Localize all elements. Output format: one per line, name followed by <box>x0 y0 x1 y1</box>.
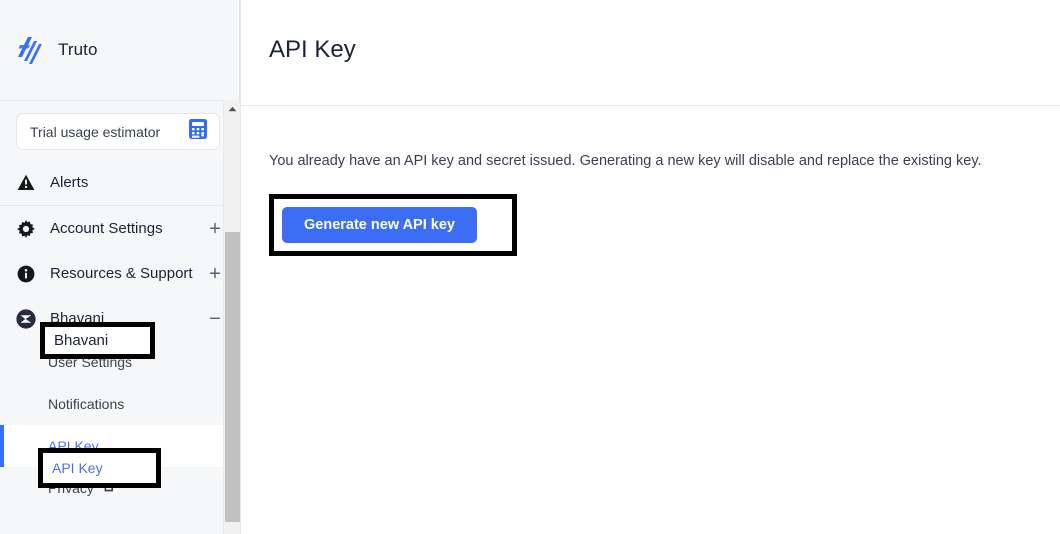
sidebar-item-resources-support[interactable]: Resources & Support + <box>0 251 240 296</box>
page-title: API Key <box>269 36 356 63</box>
gear-icon <box>16 219 36 238</box>
api-key-description: You already have an API key and secret i… <box>269 153 982 169</box>
sidebar-subitem-label: Notifications <box>48 396 125 412</box>
sidebar-item-account-settings[interactable]: Account Settings + <box>0 206 240 251</box>
trial-usage-estimator-card[interactable]: Trial usage estimator <box>16 113 220 150</box>
sidebar-subitem-label: User Settings <box>48 354 133 370</box>
sidebar-item-notifications[interactable]: Notifications <box>0 383 240 425</box>
truto-logo-icon <box>16 35 44 65</box>
external-link-icon <box>103 479 117 498</box>
sidebar-item-api-key[interactable]: API Key <box>0 425 240 467</box>
sidebar-item-label: Resources & Support <box>50 265 193 282</box>
sidebar-item-expander[interactable]: + <box>208 264 222 284</box>
info-icon <box>16 265 36 283</box>
calculator-icon <box>188 118 208 145</box>
sidebar: Truto Trial usage estimator Alerts Accou… <box>0 0 240 534</box>
sidebar-subitem-label: Privacy <box>48 480 94 496</box>
sidebar-item-privacy[interactable]: Privacy <box>0 467 240 509</box>
user-avatar-icon <box>16 308 36 329</box>
brand-header[interactable]: Truto <box>0 0 240 100</box>
sidebar-item-label: Alerts <box>50 174 89 191</box>
sidebar-item-user-settings[interactable]: User Settings <box>0 341 240 383</box>
main-header: API Key <box>241 0 1060 105</box>
sidebar-scrollbar-thumb[interactable] <box>225 232 240 522</box>
sidebar-item-bhavani[interactable]: Bhavani − <box>0 296 240 341</box>
generate-button-region: Generate new API key <box>269 193 517 256</box>
annotation-box-generate-button: Generate new API key <box>269 193 517 256</box>
sidebar-item-alerts[interactable]: Alerts <box>0 160 240 205</box>
generate-new-api-key-button[interactable]: Generate new API key <box>282 206 477 243</box>
brand-name: Truto <box>58 40 98 59</box>
main-body: You already have an API key and secret i… <box>241 106 1060 256</box>
sidebar-item-label: Bhavani <box>50 310 105 327</box>
sidebar-subitem-label: API Key <box>48 438 99 454</box>
sidebar-item-expander[interactable]: + <box>208 219 222 239</box>
sidebar-item-expander[interactable]: − <box>208 309 222 329</box>
alert-triangle-icon <box>16 174 36 191</box>
main-content: API Key You already have an API key and … <box>240 0 1060 534</box>
sidebar-item-label: Account Settings <box>50 220 163 237</box>
sidebar-scrollbar[interactable] <box>223 100 240 534</box>
app-root: Truto Trial usage estimator Alerts Accou… <box>0 0 1060 534</box>
trial-usage-estimator-label: Trial usage estimator <box>30 123 161 140</box>
sidebar-nav-scroll-region: Trial usage estimator Alerts Account Set… <box>0 100 240 534</box>
chevron-up-icon[interactable] <box>224 100 240 117</box>
